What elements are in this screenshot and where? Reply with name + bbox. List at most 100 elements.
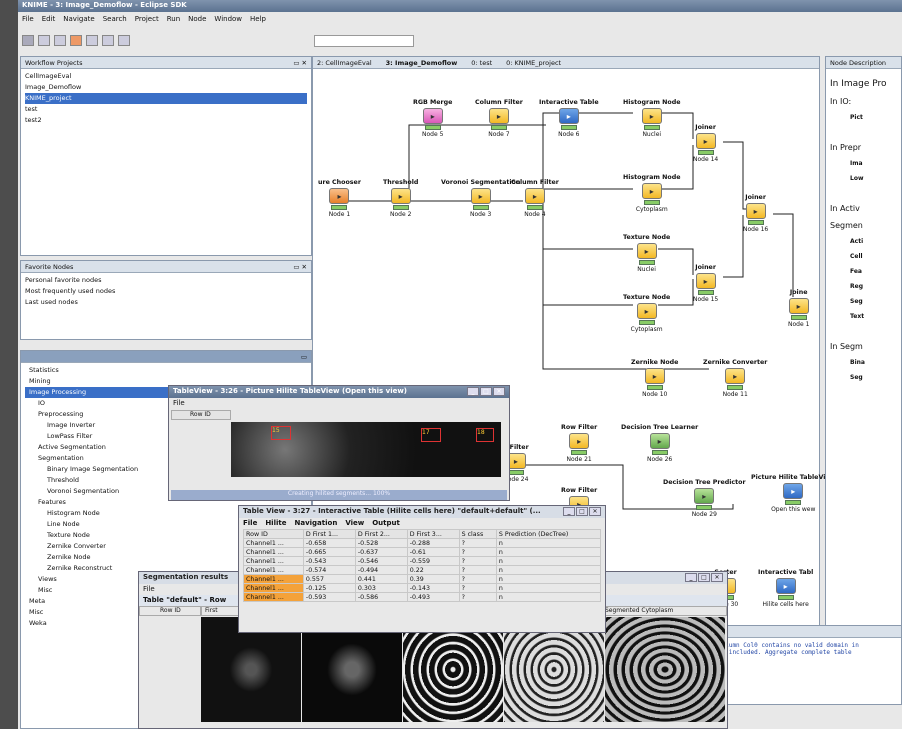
- menu-edit[interactable]: Edit: [42, 15, 56, 24]
- table-cell: -0.125: [302, 583, 356, 593]
- project-item[interactable]: KNIME_project: [25, 93, 307, 104]
- project-item[interactable]: Image_Demoflow: [25, 82, 307, 93]
- workflow-node[interactable]: Texture Node ▸ Nuclei: [623, 234, 670, 273]
- project-item[interactable]: CellImageEval: [25, 71, 307, 82]
- maximize-icon[interactable]: □: [480, 387, 492, 396]
- table-row[interactable]: Channel1 ... 0.557 0.441 0.39? n: [243, 574, 602, 584]
- description-line: In Activ: [830, 204, 860, 213]
- table-row[interactable]: Channel1 ... -0.125 0.303 -0.143? n: [243, 583, 602, 593]
- interactive-menu-output[interactable]: Output: [372, 519, 400, 528]
- node-icon: ▸: [641, 108, 662, 124]
- workflow-node[interactable]: Interactive Table ▸ Node 6: [539, 99, 599, 138]
- menu-search[interactable]: Search: [103, 15, 127, 24]
- table-row[interactable]: Channel1 ... -0.665 -0.637 -0.61? n: [243, 547, 602, 557]
- workflow-node[interactable]: Joiner ▸ Node 14: [693, 124, 718, 163]
- menu-navigate[interactable]: Navigate: [63, 15, 94, 24]
- interactive-menu-navigation[interactable]: Navigation: [294, 519, 337, 528]
- save-icon[interactable]: [38, 35, 50, 46]
- menu-help[interactable]: Help: [250, 15, 266, 24]
- editor-tab[interactable]: 0: test: [471, 59, 492, 67]
- minimize-icon[interactable]: _: [467, 387, 479, 396]
- search-icon[interactable]: [54, 35, 66, 46]
- window-title: KNIME - 3: Image_Demoflow - Eclipse SDK: [18, 0, 902, 12]
- workflow-node[interactable]: Joine ▸ Node 1: [788, 289, 809, 328]
- workflow-node[interactable]: Row Filter ▸ Node 21: [561, 424, 597, 463]
- hilite-box[interactable]: 18: [476, 428, 494, 442]
- maximize-icon[interactable]: □: [698, 573, 710, 582]
- workflow-node[interactable]: Interactive Tabl ▸ Hilite cells here: [758, 569, 813, 608]
- workflow-node[interactable]: Column Filter ▸ Node 7: [475, 99, 523, 138]
- node-icon: ▸: [558, 108, 579, 124]
- editor-tab[interactable]: 0: KNIME_project: [506, 59, 561, 67]
- project-item[interactable]: test: [25, 104, 307, 115]
- editor-tab[interactable]: 3: Image_Demoflow: [386, 59, 458, 67]
- workflow-node[interactable]: Joiner ▸ Node 16: [743, 194, 768, 233]
- table-row[interactable]: Channel1 ... -0.543 -0.546 -0.559? n: [243, 556, 602, 566]
- workflow-node[interactable]: Zernike Converter ▸ Node 11: [703, 359, 767, 398]
- run-icon[interactable]: [70, 35, 82, 46]
- column-header[interactable]: S Prediction (DecTree): [495, 529, 602, 539]
- workflow-node[interactable]: Threshold ▸ Node 2: [383, 179, 418, 218]
- workflow-node[interactable]: Voronoi Segmentation ▸ Node 3: [441, 179, 520, 218]
- node-icon: ▸: [422, 108, 443, 124]
- menu-window[interactable]: Window: [214, 15, 242, 24]
- tableview-menu-file[interactable]: File: [173, 399, 185, 408]
- minimize-icon[interactable]: _: [563, 507, 575, 516]
- menu-run[interactable]: Run: [167, 15, 180, 24]
- menu-node[interactable]: Node: [188, 15, 206, 24]
- description-line: Text: [850, 313, 865, 320]
- table-cell: 0.303: [354, 583, 408, 593]
- table-cell: -0.288: [406, 538, 460, 548]
- table-row[interactable]: Channel1 ... -0.658 -0.528 -0.288? n: [243, 538, 602, 548]
- project-item[interactable]: test2: [25, 115, 307, 126]
- interactive-menu-view[interactable]: View: [345, 519, 364, 528]
- column-header[interactable]: Row ID: [243, 529, 304, 539]
- tool-icon[interactable]: [86, 35, 98, 46]
- column-header[interactable]: D First 3...: [406, 529, 460, 539]
- hilite-box[interactable]: 17: [421, 428, 441, 442]
- workflow-node[interactable]: Picture Hilite TableView ▸ Open this wew: [751, 474, 835, 513]
- nav-back-icon[interactable]: [102, 35, 114, 46]
- minimize-icon[interactable]: _: [685, 573, 697, 582]
- close-icon[interactable]: ✕: [493, 387, 505, 396]
- table-row[interactable]: Channel1 ... -0.574 -0.494 0.22? n: [243, 565, 602, 575]
- nav-forward-icon[interactable]: [118, 35, 130, 46]
- workflow-node[interactable]: RGB Merge ▸ Node 5: [413, 99, 452, 138]
- toolbar-combo[interactable]: [314, 35, 414, 47]
- status-lamp: [643, 125, 660, 130]
- workflow-node[interactable]: Joiner ▸ Node 15: [693, 264, 718, 303]
- favorite-item[interactable]: Most frequently used nodes: [25, 286, 307, 297]
- maximize-icon[interactable]: □: [576, 507, 588, 516]
- table-cell: n: [495, 556, 602, 566]
- column-header[interactable]: S class: [458, 529, 497, 539]
- description-line: Low: [850, 175, 864, 182]
- table-row[interactable]: Channel1 ... -0.593 -0.586 -0.493? n: [243, 592, 602, 602]
- repository-item[interactable]: Statistics: [25, 365, 307, 376]
- status-lamp: [697, 290, 714, 295]
- menu-file[interactable]: File: [22, 15, 34, 24]
- workflow-node[interactable]: Histogram Node ▸ Cytoplasm: [623, 174, 681, 213]
- workflow-node[interactable]: Texture Node ▸ Cytoplasm: [623, 294, 670, 333]
- node-id: Node 29: [691, 511, 717, 518]
- favorite-item[interactable]: Personal favorite nodes: [25, 275, 307, 286]
- workflow-node[interactable]: Decision Tree Predictor ▸ Node 29: [663, 479, 746, 518]
- repository-label: Statistics: [29, 366, 59, 374]
- interactive-menu-file[interactable]: File: [243, 519, 257, 528]
- interactive-menu-hilite[interactable]: Hilite: [265, 519, 286, 528]
- column-header[interactable]: D First 2...: [354, 529, 408, 539]
- hilite-box[interactable]: 15: [271, 426, 291, 440]
- segmentation-menu-file[interactable]: File: [143, 585, 155, 594]
- node-id: Node 16: [743, 226, 769, 233]
- close-icon[interactable]: ✕: [589, 507, 601, 516]
- workflow-node[interactable]: Zernike Node ▸ Node 10: [631, 359, 678, 398]
- new-icon[interactable]: [22, 35, 34, 46]
- workflow-node[interactable]: ure Chooser ▸ Node 1: [318, 179, 361, 218]
- favorite-item[interactable]: Last used nodes: [25, 297, 307, 308]
- close-icon[interactable]: ✕: [711, 573, 723, 582]
- workflow-node[interactable]: Column Filter ▸ Node 4: [511, 179, 559, 218]
- menu-project[interactable]: Project: [135, 15, 159, 24]
- workflow-node[interactable]: Histogram Node ▸ Nuclei: [623, 99, 681, 138]
- workflow-node[interactable]: Decision Tree Learner ▸ Node 26: [621, 424, 698, 463]
- editor-tab[interactable]: 2: CellImageEval: [317, 59, 372, 67]
- column-header[interactable]: D First 1...: [302, 529, 356, 539]
